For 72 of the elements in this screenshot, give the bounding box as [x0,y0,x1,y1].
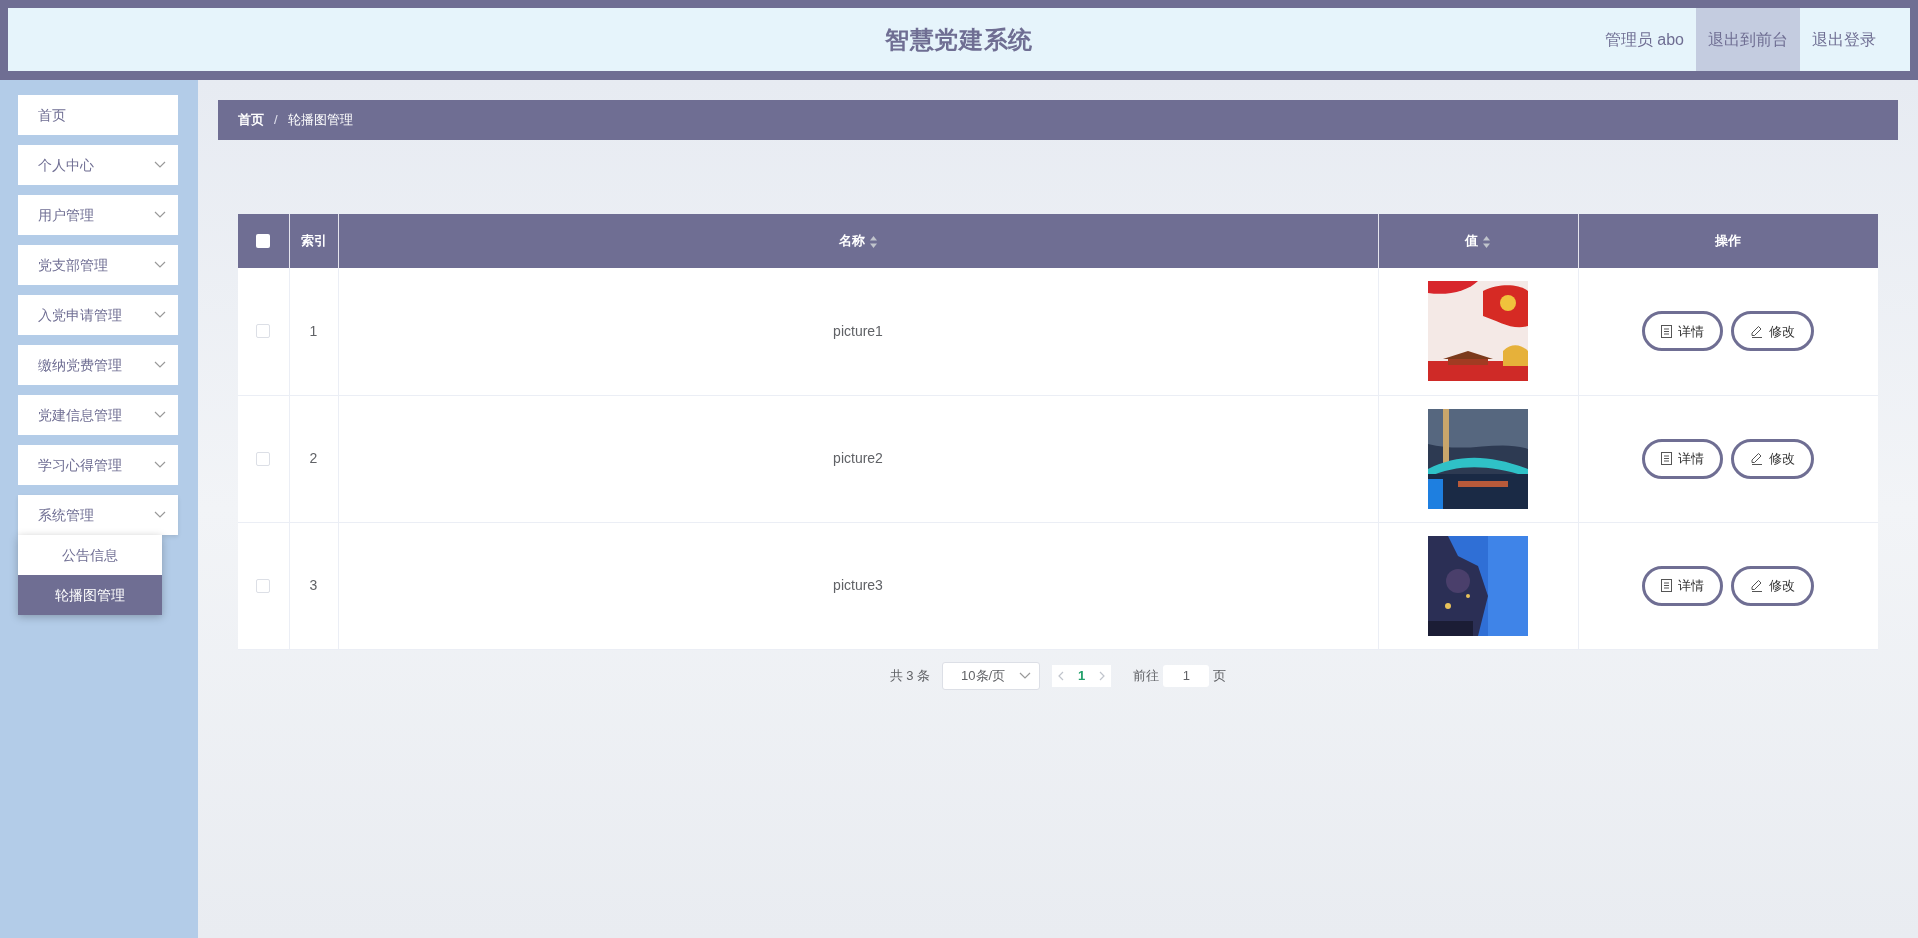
sidebar-item[interactable]: 党建信息管理 [18,395,178,435]
submenu-item[interactable]: 公告信息 [18,535,162,575]
chevron-right-icon[interactable] [1099,670,1106,681]
sidebar-item-label: 缴纳党费管理 [38,355,122,375]
app-title: 智慧党建系统 [885,24,1033,55]
column-header: 索引 [289,214,338,268]
sidebar-item-label: 党支部管理 [38,255,108,275]
sidebar-item-label: 党建信息管理 [38,405,122,425]
header-button[interactable]: 退出登录 [1800,8,1888,71]
row-checkbox[interactable] [256,324,271,339]
details-button[interactable]: 详情 [1642,438,1724,479]
page-number[interactable]: 1 [1078,665,1086,686]
goto-label: 前往 [1133,666,1160,685]
details-button[interactable]: 详情 [1642,311,1724,352]
pencil-icon [1750,452,1764,465]
pencil-icon [1750,324,1764,338]
chevron-down-icon [1019,671,1032,680]
page-suffix: 页 [1213,666,1227,685]
select-all-checkbox[interactable] [256,234,271,248]
chevron-down-icon [154,161,166,169]
chevron-down-icon [154,311,166,319]
chevron-down-icon [154,461,166,469]
total-count: 共 3 条 [889,666,931,685]
sidebar-item[interactable]: 系统管理 [18,495,178,535]
name-text: picture3 [833,577,883,593]
edit-button[interactable]: 修改 [1731,311,1815,352]
index-text: 3 [309,577,318,593]
chevron-down-icon [154,361,166,369]
document-icon [1661,452,1673,465]
row-checkbox[interactable] [256,451,271,466]
breadcrumb-item[interactable]: 首页 [238,110,264,130]
page-size-select[interactable]: 10条/页 [942,661,1041,690]
chevron-down-icon [154,211,166,219]
header-button[interactable]: 退出到前台 [1696,8,1800,71]
sidebar-item[interactable]: 缴纳党费管理 [18,345,178,385]
column-header[interactable]: 名称 [338,214,1378,268]
sort-icon[interactable] [1482,234,1491,249]
sidebar-item[interactable]: 学习心得管理 [18,445,178,485]
sidebar-item[interactable]: 党支部管理 [18,245,178,285]
sidebar-item[interactable]: 入党申请管理 [18,295,178,335]
sidebar-item-label: 首页 [38,105,66,125]
index-text: 1 [309,322,318,339]
breadcrumb-item: 轮播图管理 [287,111,353,130]
sidebar-item-label: 个人中心 [38,155,94,175]
document-icon [1661,324,1673,338]
chevron-down-icon [154,411,166,419]
name-text: picture1 [833,322,883,339]
sidebar-item[interactable]: 个人中心 [18,145,178,185]
sidebar-item[interactable]: 用户管理 [18,195,178,235]
name-text: picture2 [833,450,883,466]
goto-page-field[interactable]: 1 [1163,664,1210,687]
chevron-left-icon[interactable] [1058,670,1065,681]
sidebar-item-label: 入党申请管理 [38,305,122,325]
sidebar-item-label: 用户管理 [38,205,94,225]
column-header: 操作 [1578,214,1878,268]
sidebar-item-label: 学习心得管理 [38,455,122,475]
sidebar-item[interactable]: 首页 [18,95,178,135]
chevron-down-icon [154,511,166,519]
user-label: 管理员 abo [1603,29,1685,50]
sidebar-item-label: 系统管理 [38,505,94,525]
breadcrumb-separator: / [274,111,278,130]
document-icon [1661,579,1673,592]
sort-icon[interactable] [868,234,878,249]
column-header[interactable]: 值 [1378,214,1578,268]
edit-button[interactable]: 修改 [1731,565,1815,606]
chevron-down-icon [154,261,166,269]
submenu-item[interactable]: 轮播图管理 [18,575,162,615]
details-button[interactable]: 详情 [1642,565,1724,606]
index-text: 2 [309,450,318,466]
pencil-icon [1750,579,1764,592]
edit-button[interactable]: 修改 [1731,438,1815,479]
row-checkbox[interactable] [256,578,271,593]
